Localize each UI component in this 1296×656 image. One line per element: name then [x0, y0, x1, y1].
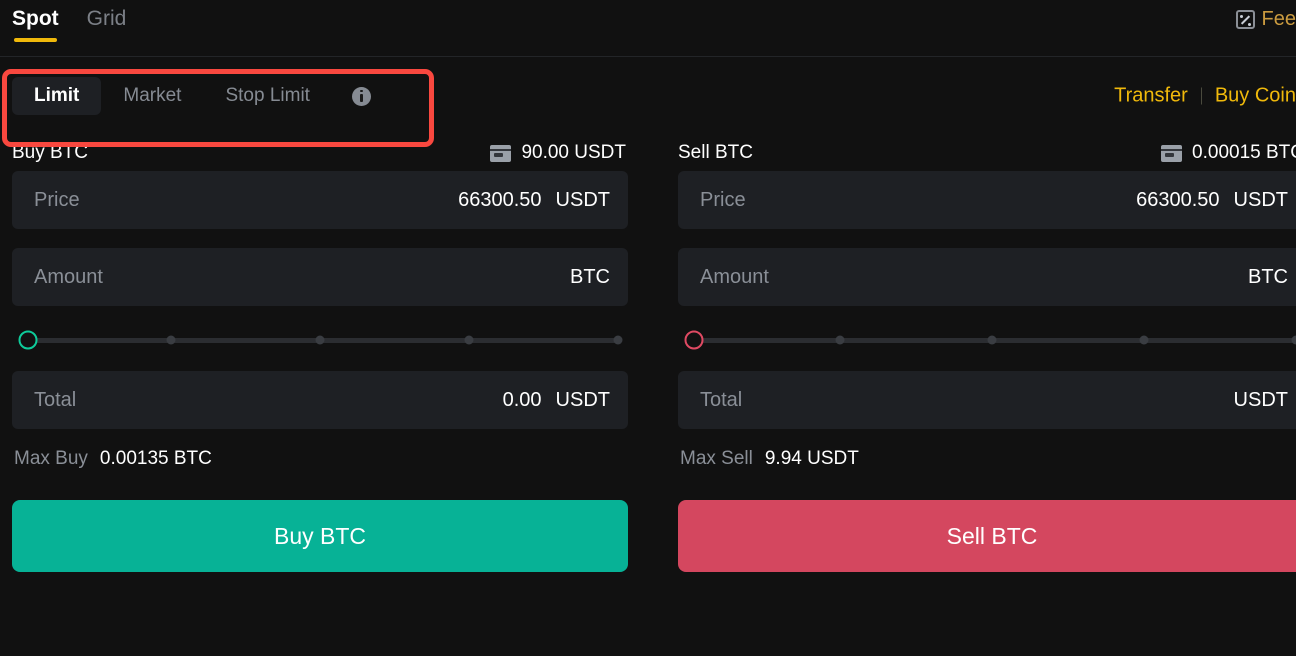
sell-total-field[interactable]: Total USDT	[678, 371, 1296, 429]
buy-slider-tick-25[interactable]	[166, 335, 176, 345]
order-type-bar: Limit Market Stop Limit Transfer Buy Coi…	[0, 57, 1296, 135]
sell-slider-tick-75[interactable]	[1139, 335, 1149, 345]
buy-price-label: Price	[34, 188, 80, 211]
fee-button[interactable]: Fee	[1235, 8, 1296, 31]
info-icon[interactable]	[351, 86, 371, 106]
buy-total-value: 0.00	[502, 388, 542, 411]
sell-panel-title: Sell BTC	[678, 142, 753, 163]
header-tabs: Spot Grid	[12, 0, 126, 46]
buy-price-right: 66300.50 USDT	[458, 189, 610, 212]
max-sell-row: Max Sell 9.94 USDT	[678, 448, 1296, 488]
order-type-limit[interactable]: Limit	[12, 77, 102, 115]
order-type-stop-limit-label: Stop Limit	[225, 85, 310, 106]
buy-panel: Buy BTC 90.00 USDT Price 66300.50 USDT A…	[0, 135, 628, 635]
buy-submit-label: Buy BTC	[273, 522, 367, 549]
order-type-limit-label: Limit	[34, 85, 80, 106]
tab-spot-label: Spot	[12, 7, 59, 30]
link-divider	[1200, 87, 1202, 105]
sell-total-label: Total	[700, 388, 743, 411]
buy-amount-slider[interactable]	[18, 325, 623, 355]
sell-amount-label: Amount	[700, 265, 769, 288]
tab-grid[interactable]: Grid	[87, 6, 127, 46]
buy-amount-unit: BTC	[570, 265, 610, 288]
sell-slider-tick-50[interactable]	[987, 335, 997, 345]
sell-slider-handle[interactable]	[684, 330, 704, 350]
sell-amount-right: BTC	[1234, 266, 1288, 289]
buy-balance-value: 90.00 USDT	[521, 142, 626, 163]
order-type-links: Transfer Buy Coin	[1114, 85, 1296, 108]
percent-box-icon	[1235, 10, 1255, 29]
max-sell-label: Max Sell	[680, 448, 753, 469]
order-type-tabs: Limit Market Stop Limit	[12, 77, 332, 115]
buy-amount-right: BTC	[556, 266, 610, 289]
order-type-stop-limit[interactable]: Stop Limit	[203, 77, 331, 115]
buy-total-label: Total	[34, 388, 77, 411]
order-type-market[interactable]: Market	[101, 77, 203, 115]
sell-amount-slider[interactable]	[684, 325, 1296, 355]
wallet-icon	[1161, 144, 1183, 162]
max-buy-label: Max Buy	[14, 448, 88, 469]
sell-panel-header: Sell BTC 0.00015 BTC	[678, 135, 1296, 171]
spot-trading-panel: Spot Grid Fee Limit Market Stop Limit Tr…	[0, 0, 1296, 656]
sell-total-right: USDT	[1220, 389, 1288, 412]
sell-available-balance[interactable]: 0.00015 BTC	[1161, 142, 1296, 164]
header: Spot Grid Fee	[0, 0, 1296, 56]
sell-panel: Sell BTC 0.00015 BTC Price 66300.50 USDT…	[678, 135, 1296, 635]
sell-total-unit: USDT	[1233, 388, 1288, 411]
buy-total-field[interactable]: Total 0.00 USDT	[12, 371, 628, 429]
wallet-icon	[490, 144, 512, 162]
sell-price-right: 66300.50 USDT	[1136, 189, 1288, 212]
buy-slider-tick-100[interactable]	[613, 335, 623, 345]
fee-label: Fee	[1261, 8, 1296, 30]
buy-price-unit: USDT	[555, 188, 610, 211]
sell-slider-tick-100[interactable]	[1291, 335, 1296, 345]
buy-slider-tick-50[interactable]	[315, 335, 325, 345]
buy-slider-handle[interactable]	[18, 330, 38, 350]
sell-balance-value: 0.00015 BTC	[1192, 142, 1296, 163]
tab-grid-label: Grid	[86, 7, 127, 30]
sell-price-field[interactable]: Price 66300.50 USDT	[678, 171, 1296, 229]
buy-coin-link[interactable]: Buy Coin	[1215, 85, 1296, 108]
buy-slider-tick-75[interactable]	[464, 335, 474, 345]
transfer-link[interactable]: Transfer	[1114, 85, 1188, 108]
buy-total-unit: USDT	[555, 388, 610, 411]
buy-available-balance[interactable]: 90.00 USDT	[490, 142, 626, 164]
tab-spot-underline	[14, 38, 57, 42]
sell-amount-unit: BTC	[1248, 265, 1288, 288]
buy-panel-header: Buy BTC 90.00 USDT	[12, 135, 628, 171]
sell-price-label: Price	[700, 188, 746, 211]
buy-total-right: 0.00 USDT	[503, 389, 610, 412]
max-sell-value: 9.94 USDT	[764, 448, 859, 469]
tab-spot[interactable]: Spot	[12, 6, 59, 46]
buy-amount-label: Amount	[34, 265, 103, 288]
buy-submit-button[interactable]: Buy BTC	[12, 500, 628, 572]
max-buy-row: Max Buy 0.00135 BTC	[12, 448, 628, 488]
sell-amount-field[interactable]: Amount BTC	[678, 248, 1296, 306]
sell-price-value: 66300.50	[1136, 188, 1220, 211]
buy-price-field[interactable]: Price 66300.50 USDT	[12, 171, 628, 229]
sell-submit-label: Sell BTC	[946, 522, 1038, 549]
order-type-market-label: Market	[123, 85, 182, 106]
buy-price-value: 66300.50	[458, 188, 542, 211]
buy-amount-field[interactable]: Amount BTC	[12, 248, 628, 306]
buy-panel-title: Buy BTC	[12, 142, 89, 163]
sell-slider-tick-25[interactable]	[835, 335, 845, 345]
sell-price-unit: USDT	[1233, 188, 1288, 211]
sell-submit-button[interactable]: Sell BTC	[678, 500, 1296, 572]
max-buy-value: 0.00135 BTC	[99, 448, 212, 469]
order-forms: Buy BTC 90.00 USDT Price 66300.50 USDT A…	[0, 135, 1296, 635]
